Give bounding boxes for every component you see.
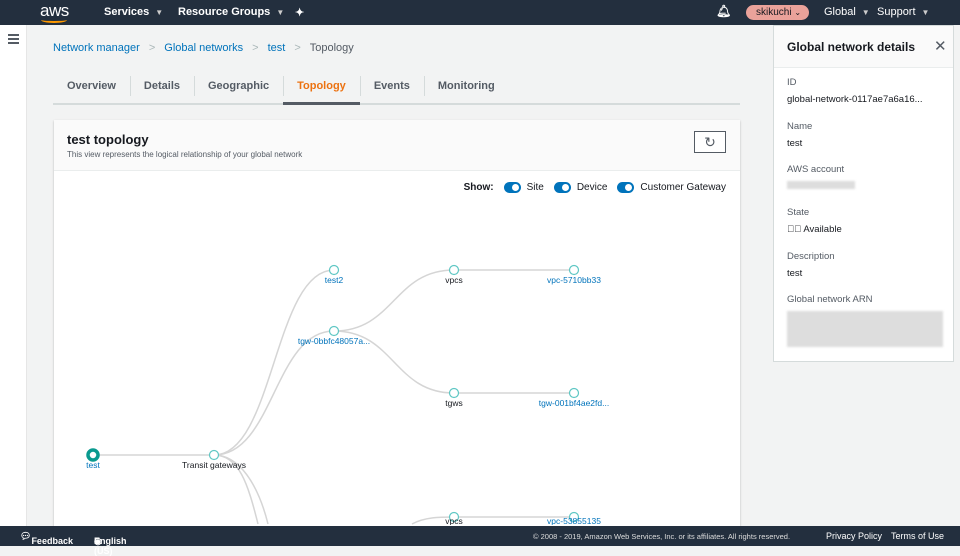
node-label[interactable]: vpc-53855135 — [547, 516, 601, 525]
tab-geographic[interactable]: Geographic — [194, 74, 283, 103]
top-nav: aws Services ▼ Resource Groups ▼ ✦ 🔔︎ skik… — [0, 0, 960, 25]
field-label: ID — [787, 77, 797, 88]
resource-groups-menu[interactable]: Resource Groups ▼ — [178, 6, 284, 18]
region-menu[interactable]: Global ▼ — [824, 6, 870, 18]
node-label[interactable]: tgw-0bbfc48057a... — [298, 336, 370, 346]
hamburger-menu-icon[interactable] — [8, 34, 19, 46]
field-aws-account: AWS account — [787, 164, 855, 189]
footer: 💬︎ Feedback ◉ English (US) © 2008 - 2019… — [0, 526, 960, 556]
field-value: test — [787, 268, 803, 279]
chevron-right-icon: > — [294, 42, 301, 54]
topology-graph[interactable]: test Transit gateways test2 tgw-0bbfc48057a… — [54, 171, 740, 525]
chevron-down-icon: ▼ — [276, 7, 285, 17]
feedback-label: Feedback — [31, 536, 73, 546]
breadcrumb-network-manager[interactable]: Network manager — [53, 42, 140, 54]
chevron-right-icon: > — [148, 42, 156, 54]
refresh-icon: ↻ — [704, 133, 716, 150]
node-label: tgws — [445, 398, 462, 408]
close-icon[interactable]: ✕ — [934, 37, 947, 55]
support-menu[interactable]: Support ▼ — [877, 6, 929, 18]
terms-of-use-link[interactable]: Terms of Use — [891, 531, 944, 541]
field-state: State ✓⃝ Available — [787, 207, 842, 235]
status-badge: Available — [803, 224, 842, 235]
node-label[interactable]: tgw-001bf4ae2fd... — [539, 398, 609, 408]
node-label: vpcs — [445, 275, 462, 285]
node-label[interactable]: vpc-5710bb33 — [547, 275, 601, 285]
field-label: State — [787, 207, 810, 218]
chevron-down-icon: ⌄ — [794, 8, 802, 17]
node-test[interactable] — [86, 448, 100, 462]
field-label: AWS account — [787, 164, 845, 175]
field-value: test — [787, 138, 803, 149]
field-label: Name — [787, 121, 813, 132]
redacted-account — [787, 181, 855, 189]
field-name: Name test — [787, 121, 812, 149]
chevron-down-icon: ▼ — [155, 7, 164, 17]
chevron-down-icon: ▼ — [921, 7, 930, 17]
tab-monitoring[interactable]: Monitoring — [423, 74, 509, 103]
breadcrumb-current: Topology — [309, 42, 354, 54]
field-description: Description test — [787, 251, 835, 279]
chevron-down-icon: ▼ — [861, 7, 870, 17]
field-label: Global network ARN — [787, 294, 873, 305]
node-tgw1[interactable] — [328, 325, 340, 337]
services-menu[interactable]: Services ▼ — [104, 6, 163, 18]
field-value: global-network-0117ae7a6a16... — [787, 94, 923, 105]
card-subtitle: This view represents the logical relatio… — [67, 150, 303, 159]
field-id: ID global-network-0117ae7a6a16... — [787, 77, 923, 105]
edge-tgw1 — [213, 330, 335, 456]
pin-icon[interactable]: ✦ — [295, 6, 304, 19]
services-label: Services — [104, 6, 150, 18]
check-circle-icon: ✓⃝ — [787, 224, 802, 235]
node-label[interactable]: test — [86, 460, 100, 470]
tab-overview[interactable]: Overview — [53, 74, 130, 103]
node-label: vpcs — [445, 516, 462, 525]
breadcrumb-test[interactable]: test — [268, 42, 286, 54]
node-vpc1[interactable] — [568, 264, 580, 276]
node-tgws[interactable] — [448, 387, 460, 399]
node-vpcs[interactable] — [448, 264, 460, 276]
user-menu[interactable]: skikuchi ⌄ — [746, 5, 810, 20]
region-label: Global — [824, 6, 856, 18]
bell-icon[interactable]: 🔔︎ — [716, 4, 731, 18]
chevron-right-icon: > — [252, 42, 259, 54]
support-label: Support — [877, 6, 916, 18]
card-title: test topology — [67, 132, 149, 147]
aws-logo[interactable]: aws — [40, 1, 69, 23]
user-name: skikuchi — [756, 7, 792, 18]
side-gutter — [0, 25, 27, 526]
panel-header: Global network details ✕ — [774, 26, 953, 68]
tab-topology[interactable]: Topology — [283, 74, 360, 105]
node-test2[interactable] — [328, 264, 340, 276]
field-arn: Global network ARN — [787, 294, 943, 347]
refresh-button[interactable]: ↻ — [694, 131, 726, 153]
tab-events[interactable]: Events — [359, 74, 424, 103]
resource-groups-label: Resource Groups — [178, 6, 271, 18]
edge-test2 — [213, 269, 335, 456]
breadcrumb-global-networks[interactable]: Global networks — [164, 42, 243, 54]
node-tg[interactable] — [208, 449, 220, 461]
card-header: test topology This view represents the l… — [54, 120, 740, 171]
topology-card: test topology This view represents the l… — [54, 120, 740, 526]
language-label: English (US) — [94, 536, 127, 556]
node-label: Transit gateways — [182, 460, 246, 470]
node-label[interactable]: test2 — [325, 275, 344, 285]
tab-details[interactable]: Details — [129, 74, 194, 103]
redacted-arn — [787, 311, 943, 347]
breadcrumb: Network manager > Global networks > test > … — [53, 42, 354, 54]
details-panel: Global network details ✕ ID global-networ… — [773, 25, 954, 362]
privacy-policy-link[interactable]: Privacy Policy — [826, 531, 882, 541]
copyright: © 2008 - 2019, Amazon Web Services, Inc.… — [533, 532, 791, 541]
feedback-link[interactable]: 💬︎ Feedback — [20, 531, 73, 546]
tab-bar: Overview Details Geographic Topology Eve… — [53, 74, 740, 105]
panel-title: Global network details — [787, 40, 916, 54]
field-label: Description — [787, 251, 835, 262]
node-tgw2[interactable] — [568, 387, 580, 399]
edge-vpcs — [333, 269, 455, 332]
